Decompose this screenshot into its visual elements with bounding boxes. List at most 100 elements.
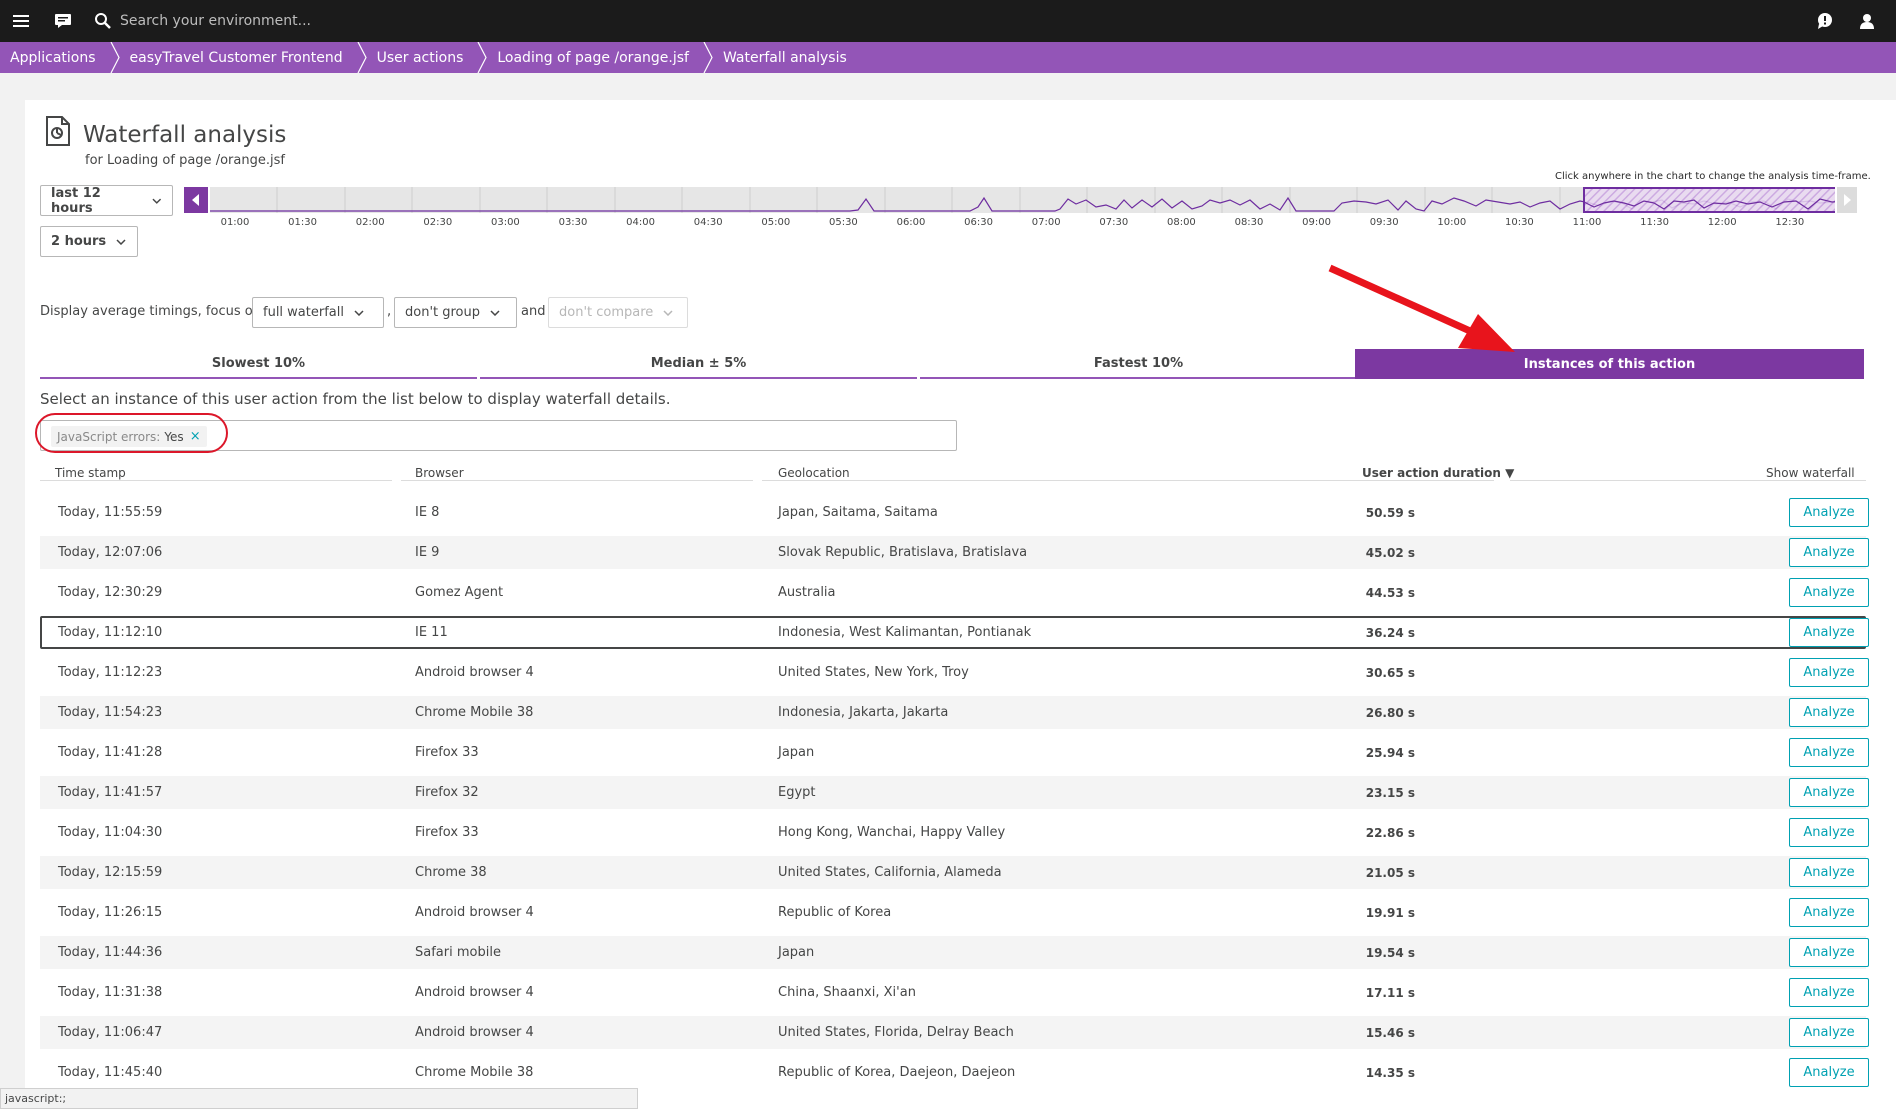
cell-timestamp: Today, 11:12:23 bbox=[58, 665, 163, 680]
breadcrumb-user-action[interactable]: Loading of page /orange.jsf bbox=[487, 42, 703, 73]
compare-value: don't compare bbox=[559, 305, 654, 320]
document-chart-icon bbox=[46, 116, 70, 146]
table-row[interactable]: Today, 11:06:47 Android browser 4 United S… bbox=[40, 1016, 1869, 1049]
timeline-tick-label: 11:30 bbox=[1640, 217, 1670, 228]
timeline-tick-label: 04:00 bbox=[626, 217, 656, 228]
focus-dropdown[interactable]: full waterfall bbox=[252, 297, 384, 328]
cell-timestamp: Today, 12:07:06 bbox=[58, 545, 163, 560]
timeline-sparkline bbox=[210, 187, 1861, 213]
cell-geolocation: United States, California, Alameda bbox=[778, 865, 1002, 880]
table-row[interactable]: Today, 11:31:38 Android browser 4 China, S… bbox=[40, 976, 1869, 1009]
resolution-value: 2 hours bbox=[51, 234, 107, 249]
breadcrumb-application[interactable]: easyTravel Customer Frontend bbox=[120, 42, 357, 73]
timeline-chart[interactable] bbox=[210, 187, 1861, 213]
cell-timestamp: Today, 11:41:57 bbox=[58, 785, 163, 800]
timeline-prev-button[interactable] bbox=[184, 187, 208, 213]
timeline-next-button[interactable] bbox=[1837, 187, 1857, 213]
cell-duration: 30.65 s bbox=[1365, 665, 1415, 680]
timeline-tick-label: 02:00 bbox=[355, 217, 385, 228]
analyze-button[interactable]: Analyze bbox=[1789, 538, 1869, 567]
analyze-button[interactable]: Analyze bbox=[1789, 618, 1869, 647]
tab-slowest[interactable]: Slowest 10% bbox=[40, 349, 477, 379]
table-row[interactable]: Today, 11:44:36 Safari mobile Japan 19.54 s… bbox=[40, 936, 1869, 969]
analyze-button[interactable]: Analyze bbox=[1789, 698, 1869, 727]
breadcrumb: Applications easyTravel Customer Fronten… bbox=[0, 42, 1896, 73]
display-comma: , bbox=[387, 304, 392, 319]
cell-geolocation: Japan bbox=[778, 745, 815, 760]
table-row[interactable]: Today, 12:30:29 Gomez Agent Australia 44.53… bbox=[40, 576, 1869, 609]
analyze-button[interactable]: Analyze bbox=[1789, 818, 1869, 847]
timeline-tick-label: 01:00 bbox=[220, 217, 250, 228]
tab-fastest[interactable]: Fastest 10% bbox=[920, 349, 1357, 379]
analyze-button[interactable]: Analyze bbox=[1789, 738, 1869, 767]
cell-browser: Android browser 4 bbox=[415, 985, 534, 1000]
table-row[interactable]: Today, 12:15:59 Chrome 38 United States, C… bbox=[40, 856, 1869, 889]
cell-timestamp: Today, 11:54:23 bbox=[58, 705, 163, 720]
display-prefix: Display average timings, focus on bbox=[40, 304, 261, 319]
table-row[interactable]: Today, 11:54:23 Chrome Mobile 38 Indonesia… bbox=[40, 696, 1869, 729]
analyze-button[interactable]: Analyze bbox=[1789, 938, 1869, 967]
focus-value: full waterfall bbox=[263, 305, 344, 320]
resolution-dropdown[interactable]: 2 hours bbox=[40, 226, 138, 257]
search-input[interactable] bbox=[120, 13, 520, 29]
cell-duration: 15.46 s bbox=[1365, 1025, 1415, 1040]
cell-timestamp: Today, 11:06:47 bbox=[58, 1025, 163, 1040]
menu-icon[interactable] bbox=[0, 0, 42, 42]
header-duration[interactable]: User action duration ▼ bbox=[1362, 466, 1514, 480]
breadcrumb-applications[interactable]: Applications bbox=[0, 42, 110, 73]
analyze-button[interactable]: Analyze bbox=[1789, 658, 1869, 687]
analyze-button[interactable]: Analyze bbox=[1789, 858, 1869, 887]
timeline-tick-label: 04:30 bbox=[693, 217, 723, 228]
header-browser[interactable]: Browser bbox=[415, 466, 464, 480]
table-row[interactable]: Today, 11:41:28 Firefox 33 Japan 25.94 s Ana… bbox=[40, 736, 1869, 769]
analyze-button[interactable]: Analyze bbox=[1789, 978, 1869, 1007]
cell-geolocation: Japan, Saitama, Saitama bbox=[778, 505, 938, 520]
header-timestamp[interactable]: Time stamp bbox=[55, 466, 126, 480]
header-divider bbox=[762, 480, 1142, 481]
chevron-down-icon bbox=[354, 309, 364, 316]
analyze-button[interactable]: Analyze bbox=[1789, 1058, 1869, 1087]
table-row[interactable]: Today, 11:55:59 IE 8 Japan, Saitama, Saita… bbox=[40, 496, 1869, 529]
group-dropdown[interactable]: don't group bbox=[394, 297, 517, 328]
timeline-tick-label: 07:00 bbox=[1031, 217, 1061, 228]
timeline-tick-label: 09:00 bbox=[1302, 217, 1332, 228]
instruction-text: Select an instance of this user action f… bbox=[40, 390, 671, 408]
chat-icon[interactable] bbox=[42, 0, 84, 42]
tab-instances[interactable]: Instances of this action bbox=[1355, 349, 1864, 379]
breadcrumb-user-actions[interactable]: User actions bbox=[367, 42, 478, 73]
analyze-button[interactable]: Analyze bbox=[1789, 1018, 1869, 1047]
timeline-tick-label: 09:30 bbox=[1369, 217, 1399, 228]
cell-geolocation: Indonesia, Jakarta, Jakarta bbox=[778, 705, 949, 720]
table-row[interactable]: Today, 11:12:10 IE 11 Indonesia, West Kali… bbox=[40, 616, 1869, 649]
timeline-tick-label: 12:30 bbox=[1775, 217, 1805, 228]
tab-median[interactable]: Median ± 5% bbox=[480, 349, 917, 379]
analyze-button[interactable]: Analyze bbox=[1789, 898, 1869, 927]
group-value: don't group bbox=[405, 305, 481, 320]
cell-geolocation: Indonesia, West Kalimantan, Pontianak bbox=[778, 625, 1032, 640]
cell-duration: 19.91 s bbox=[1365, 905, 1415, 920]
analyze-button[interactable]: Analyze bbox=[1789, 578, 1869, 607]
timeframe-dropdown[interactable]: last 12 hours bbox=[40, 185, 173, 216]
user-icon[interactable] bbox=[1846, 0, 1888, 42]
cell-geolocation: Slovak Republic, Bratislava, Bratislava bbox=[778, 545, 1028, 560]
cell-geolocation: Japan bbox=[778, 945, 815, 960]
cell-duration: 25.94 s bbox=[1365, 745, 1415, 760]
table-row[interactable]: Today, 11:26:15 Android browser 4 Republic… bbox=[40, 896, 1869, 929]
display-and: and bbox=[521, 304, 546, 319]
table-row[interactable]: Today, 12:07:06 IE 9 Slovak Republic, Brat… bbox=[40, 536, 1869, 569]
timeline-tick-label: 11:00 bbox=[1572, 217, 1602, 228]
table-row[interactable]: Today, 11:45:40 Chrome Mobile 38 Republic … bbox=[40, 1056, 1869, 1089]
cell-timestamp: Today, 11:45:40 bbox=[58, 1065, 163, 1080]
help-bubble-icon[interactable] bbox=[1804, 0, 1846, 42]
analyze-button[interactable]: Analyze bbox=[1789, 498, 1869, 527]
table-row[interactable]: Today, 11:41:57 Firefox 32 Egypt 23.15 s Ana… bbox=[40, 776, 1869, 809]
table-row[interactable]: Today, 11:04:30 Firefox 33 Hong Kong, Wanc… bbox=[40, 816, 1869, 849]
analyze-button[interactable]: Analyze bbox=[1789, 778, 1869, 807]
timeline-tick-label: 03:30 bbox=[558, 217, 588, 228]
page-subtitle: for Loading of page /orange.jsf bbox=[85, 153, 285, 168]
cell-duration: 50.59 s bbox=[1365, 505, 1415, 520]
cell-duration: 14.35 s bbox=[1365, 1065, 1415, 1080]
table-row[interactable]: Today, 11:12:23 Android browser 4 United S… bbox=[40, 656, 1869, 689]
breadcrumb-separator-icon bbox=[357, 42, 367, 73]
header-geolocation[interactable]: Geolocation bbox=[778, 466, 850, 480]
